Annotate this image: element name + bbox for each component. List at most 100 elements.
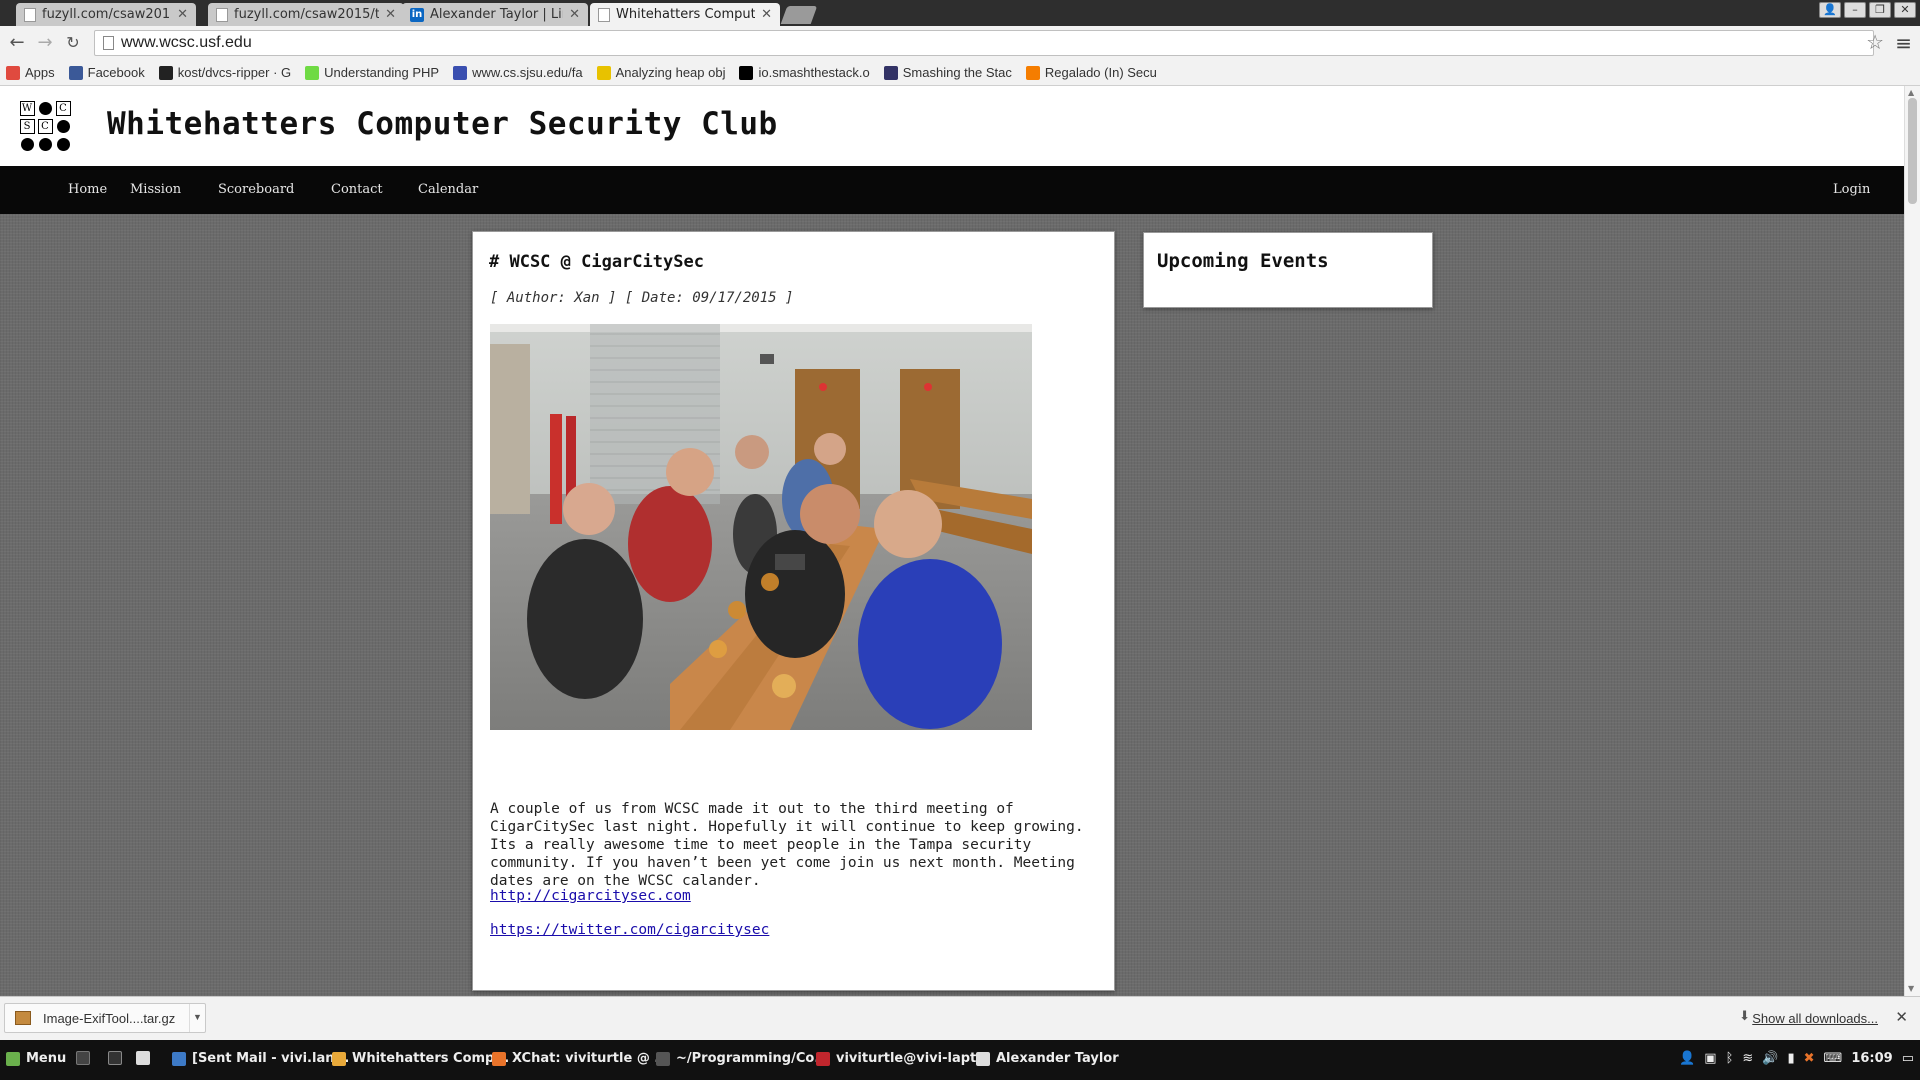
nav-calendar[interactable]: Calendar (418, 182, 478, 197)
nav-mission[interactable]: Mission (130, 182, 181, 197)
chevron-down-icon[interactable]: ▼ (189, 1004, 205, 1032)
post-body: A couple of us from WCSC made it out to … (490, 801, 1084, 889)
bookmark-item[interactable]: www.cs.sjsu.edu/fa (453, 65, 583, 80)
site-header: W C S C Whitehatters Computer Security C… (0, 86, 1904, 166)
nav-contact[interactable]: Contact (331, 182, 383, 197)
twitter-link[interactable]: https://twitter.com/cigarcitysec (490, 922, 769, 938)
back-arrow-icon[interactable]: ← (6, 31, 28, 55)
nav-home[interactable]: Home (68, 182, 107, 197)
clock[interactable]: 16:09 (1851, 1051, 1892, 1066)
browser-menu-icon[interactable]: ≡ (1895, 31, 1912, 55)
close-icon[interactable]: ✕ (177, 7, 188, 22)
nav-scoreboard[interactable]: Scoreboard (218, 182, 294, 197)
terminal-icon (108, 1051, 122, 1065)
xchat-icon (492, 1051, 506, 1066)
logo-letter: C (37, 118, 53, 134)
taskbar-window-button[interactable]: XChat: viviturtle @ ... (492, 1051, 669, 1066)
close-window-button[interactable]: ✕ (1894, 2, 1916, 18)
download-item[interactable]: Image-ExifTool....tar.gz ▼ (4, 1003, 206, 1033)
clipboard-icon[interactable]: ▣ (1704, 1051, 1716, 1066)
wcsc-logo[interactable]: W C S C (18, 99, 72, 153)
show-desktop-button[interactable] (76, 1051, 96, 1065)
tab-title: fuzyll.com/csaw2015/t (234, 7, 380, 22)
files-launcher[interactable] (136, 1051, 156, 1065)
nav-login[interactable]: Login (1833, 182, 1870, 197)
bookmark-item[interactable]: io.smashthestack.o (739, 65, 870, 80)
close-icon[interactable]: ✕ (761, 7, 772, 22)
bookmark-label: Facebook (87, 65, 145, 80)
wifi-icon[interactable]: ≋ (1742, 1051, 1753, 1066)
keyboard-icon[interactable]: ⌨ (1824, 1051, 1843, 1066)
chrome-icon (332, 1051, 346, 1066)
tab-title: Whitehatters Compute (616, 7, 756, 22)
document-icon (598, 7, 610, 22)
start-menu-button[interactable]: Menu (6, 1051, 66, 1066)
xchat-tray-icon[interactable]: ✖ (1804, 1051, 1815, 1066)
browser-tab-2[interactable]: fuzyll.com/csaw2015/t ✕ (208, 3, 404, 26)
taskbar-window-label: [Sent Mail - vivi.lan... (192, 1051, 350, 1066)
browser-tab-1[interactable]: fuzyll.com/csaw2015/s ✕ (16, 3, 196, 26)
close-icon[interactable]: ✕ (1895, 1008, 1908, 1026)
group-photo (490, 324, 1032, 730)
taskbar-window-button[interactable]: [Sent Mail - vivi.lan... (172, 1051, 349, 1066)
page-scrollbar[interactable]: ▲ ▼ (1904, 86, 1920, 996)
scroll-down-icon[interactable]: ▼ (1908, 984, 1914, 993)
bookmark-star-icon[interactable]: ☆ (1866, 30, 1884, 54)
bookmark-label: Apps (25, 65, 55, 80)
bookmark-label: www.cs.sjsu.edu/fa (472, 65, 583, 80)
show-all-downloads-link[interactable]: Show all downloads... (1752, 1011, 1878, 1026)
address-bar[interactable]: www.wcsc.usf.edu (94, 30, 1874, 56)
bookmark-item[interactable]: Understanding PHP (305, 65, 439, 80)
user-icon[interactable]: 👤 (1679, 1051, 1695, 1066)
profile-icon[interactable]: 👤 (1819, 2, 1841, 18)
os-taskbar: Menu [Sent Mail - vivi.lan... Whitehatter… (0, 1040, 1920, 1080)
bookmark-item[interactable]: Smashing the Stac (883, 65, 1012, 80)
taskbar-window-button[interactable]: viviturtle@vivi-lapt... (816, 1051, 991, 1066)
scrollbar-thumb[interactable] (1908, 98, 1917, 204)
forward-arrow-icon[interactable]: → (34, 31, 56, 55)
terminal-launcher[interactable] (108, 1051, 128, 1065)
taskbar-window-button[interactable]: Whitehatters Comp... (332, 1051, 509, 1066)
bookmark-item[interactable]: Apps (6, 65, 55, 80)
document-icon (24, 7, 36, 22)
browser-toolbar: ← → ↻ www.wcsc.usf.edu ☆ ≡ (0, 26, 1920, 60)
bookmark-item[interactable]: Regalado (In) Secu (1025, 65, 1157, 80)
post-meta: [ Author: Xan ] [ Date: 09/17/2015 ] (490, 290, 794, 306)
notifications-icon[interactable]: ▭ (1902, 1051, 1914, 1066)
bookmark-label: io.smashthestack.o (758, 65, 870, 80)
globe-icon (453, 65, 468, 80)
bookmark-item[interactable]: Analyzing heap obj (596, 65, 725, 80)
upcoming-events-panel: Upcoming Events (1143, 232, 1433, 308)
folder-icon (136, 1051, 150, 1065)
browser-tab-3[interactable]: in Alexander Taylor | Linke ✕ (402, 3, 588, 26)
terminal-icon (656, 1051, 670, 1066)
facebook-icon (68, 65, 83, 80)
volume-icon[interactable]: 🔊 (1762, 1051, 1778, 1066)
scroll-up-icon[interactable]: ▲ (1908, 88, 1914, 97)
battery-icon[interactable]: ▮ (1787, 1051, 1794, 1066)
taskbar-window-button[interactable]: Alexander Taylor (976, 1051, 1119, 1066)
bookmark-item[interactable]: kost/dvcs-ripper · G (158, 65, 292, 80)
reload-icon[interactable]: ↻ (62, 31, 84, 55)
browser-tab-4-active[interactable]: Whitehatters Compute ✕ (590, 3, 780, 26)
bookmark-item[interactable]: Facebook (68, 65, 145, 80)
window-controls: 👤 – ❐ ✕ (1819, 2, 1916, 18)
minimize-button[interactable]: – (1844, 2, 1866, 18)
bookmark-label: kost/dvcs-ripper · G (177, 65, 292, 80)
bluetooth-icon[interactable]: ᛒ (1726, 1051, 1734, 1066)
events-title: Upcoming Events (1157, 250, 1329, 272)
taskbar-window-button[interactable]: ~/Programming/Co... (656, 1051, 829, 1066)
close-icon[interactable]: ✕ (385, 7, 396, 22)
taskbar-window-label: Alexander Taylor (996, 1051, 1119, 1066)
close-icon[interactable]: ✕ (569, 7, 580, 22)
taskbar-window-label: viviturtle@vivi-lapt... (836, 1051, 992, 1066)
bookmark-label: Regalado (In) Secu (1044, 65, 1157, 80)
cigarcitysec-link[interactable]: http://cigarcitysec.com (490, 888, 691, 904)
restore-button[interactable]: ❐ (1869, 2, 1891, 18)
system-tray: 👤 ▣ ᛒ ≋ 🔊 ▮ ✖ ⌨ 16:09 ▭ (1679, 1051, 1920, 1066)
group-photo-image (490, 324, 1032, 730)
new-tab-button[interactable] (780, 6, 818, 24)
archive-icon (15, 1011, 31, 1025)
taskbar-window-label: Whitehatters Comp... (352, 1051, 510, 1066)
linkedin-icon: in (410, 7, 424, 22)
